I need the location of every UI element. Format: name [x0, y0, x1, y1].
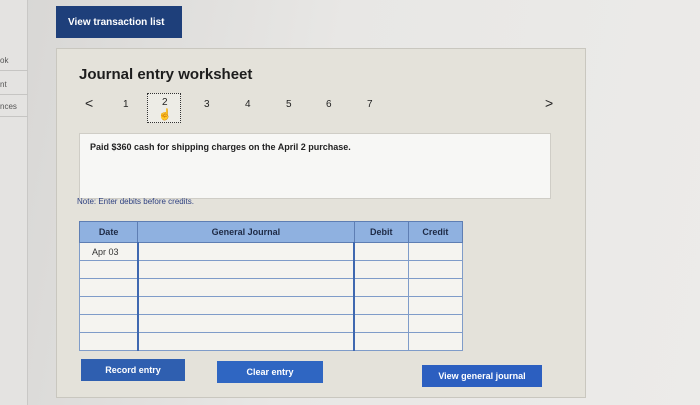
- page-3[interactable]: 3: [204, 99, 210, 110]
- table-row: Apr 03: [78, 242, 464, 261]
- table-row: [78, 260, 464, 279]
- credit-cell[interactable]: [407, 332, 464, 351]
- transaction-description: Paid $360 cash for shipping charges on t…: [90, 142, 351, 152]
- header-date: Date: [78, 221, 139, 243]
- date-cell[interactable]: [78, 296, 139, 315]
- page-7[interactable]: 7: [367, 99, 373, 110]
- account-cell[interactable]: [136, 296, 356, 315]
- divider: [0, 70, 28, 71]
- sidebar-item-cut[interactable]: nces: [0, 102, 17, 111]
- view-transaction-list-button[interactable]: View transaction list: [56, 6, 182, 38]
- page-2-label: 2: [162, 97, 168, 108]
- account-cell[interactable]: [136, 242, 356, 261]
- header-credit: Credit: [407, 221, 464, 243]
- page-4[interactable]: 4: [245, 99, 251, 110]
- divider: [0, 116, 28, 117]
- clear-entry-button[interactable]: Clear entry: [217, 361, 323, 383]
- debit-cell[interactable]: [353, 296, 409, 315]
- debit-cell[interactable]: [353, 242, 409, 261]
- account-cell[interactable]: [136, 278, 356, 297]
- credit-cell[interactable]: [407, 296, 464, 315]
- prev-page-arrow-icon[interactable]: <: [85, 95, 93, 111]
- date-cell[interactable]: [78, 314, 139, 333]
- divider: [0, 94, 28, 95]
- account-cell[interactable]: [136, 314, 356, 333]
- page-6[interactable]: 6: [326, 99, 332, 110]
- header-general-journal: General Journal: [137, 221, 355, 243]
- credit-cell[interactable]: [407, 260, 464, 279]
- worksheet-title: Journal entry worksheet: [79, 66, 253, 83]
- page-1[interactable]: 1: [123, 99, 129, 110]
- date-cell[interactable]: [78, 260, 139, 279]
- account-cell[interactable]: [136, 332, 356, 351]
- credit-cell[interactable]: [407, 278, 464, 297]
- record-entry-button[interactable]: Record entry: [81, 359, 185, 381]
- date-cell[interactable]: Apr 03: [78, 242, 139, 261]
- next-page-arrow-icon[interactable]: >: [545, 95, 553, 111]
- table-row: [78, 278, 464, 297]
- transaction-description-box: Paid $360 cash for shipping charges on t…: [79, 133, 551, 199]
- page-2-active[interactable]: 2 ☝: [147, 93, 181, 123]
- debit-cell[interactable]: [353, 314, 409, 333]
- pointer-hand-icon: ☝: [158, 109, 172, 121]
- account-cell[interactable]: [136, 260, 356, 279]
- table-row: [78, 314, 464, 333]
- note-text: Note: Enter debits before credits.: [77, 197, 194, 206]
- debit-cell[interactable]: [353, 260, 409, 279]
- table-row: [78, 296, 464, 315]
- credit-cell[interactable]: [407, 242, 464, 261]
- debit-cell[interactable]: [353, 332, 409, 351]
- credit-cell[interactable]: [407, 314, 464, 333]
- debit-cell[interactable]: [353, 278, 409, 297]
- date-cell[interactable]: [78, 332, 139, 351]
- sidebar-item-cut[interactable]: nt: [0, 80, 7, 89]
- journal-entry-worksheet-panel: Journal entry worksheet < 1 2 ☝ 3 4 5 6 …: [56, 48, 586, 398]
- view-general-journal-button[interactable]: View general journal: [422, 365, 542, 387]
- worksheet-pager: < 1 2 ☝ 3 4 5 6 7 >: [79, 93, 579, 125]
- page-5[interactable]: 5: [286, 99, 292, 110]
- header-debit: Debit: [353, 221, 409, 243]
- table-row: [78, 332, 464, 351]
- table-header-row: Date General Journal Debit Credit: [78, 221, 464, 243]
- left-sidebar-edge: ok nt nces: [0, 0, 28, 405]
- date-cell[interactable]: [78, 278, 139, 297]
- journal-table: Date General Journal Debit Credit Apr 03: [78, 221, 464, 351]
- sidebar-item-cut[interactable]: ok: [0, 56, 8, 65]
